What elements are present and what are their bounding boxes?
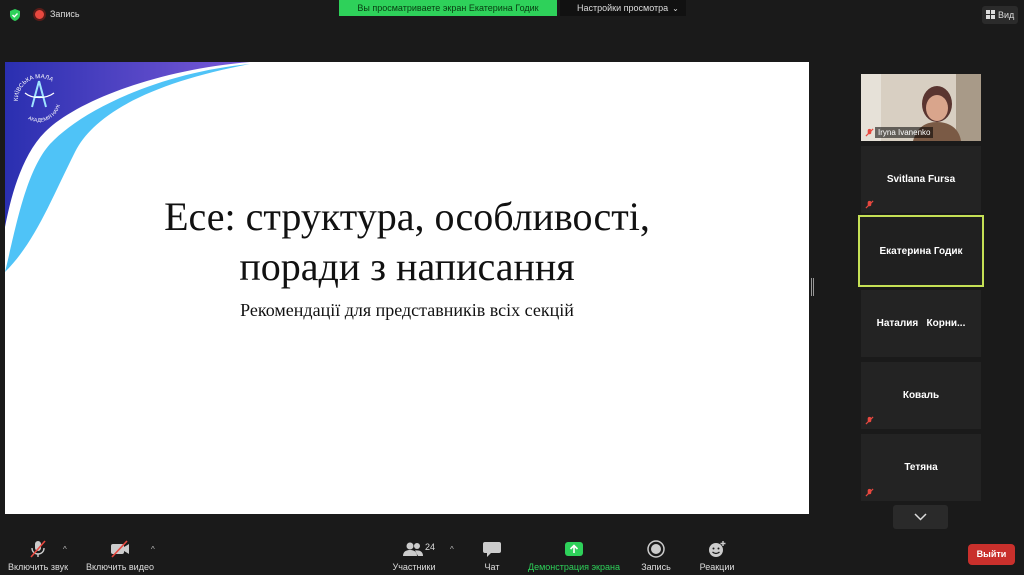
view-settings-button[interactable]: Настройки просмотра ⌄ [560,0,686,16]
unmute-button[interactable]: Включить звук [6,535,70,575]
slide-title-line-1: Есе: структура, особливості, [164,194,650,239]
mic-muted-icon [865,200,874,209]
chat-label: Чат [484,562,500,572]
video-off-icon [111,540,129,558]
share-screen-icon [565,542,583,556]
participant-tile[interactable]: Svitlana Fursa [861,146,981,213]
slide-title-line-2: поради з написання [239,244,575,289]
shield-icon[interactable] [8,8,22,22]
chat-button[interactable]: Чат [476,535,508,575]
mic-muted-icon [865,128,874,137]
panel-splitter-handle[interactable] [811,278,815,296]
view-button-label: Вид [998,10,1015,20]
participant-tile[interactable]: Наталия Корни... [861,290,981,357]
chevron-down-icon [914,513,927,521]
participants-label: Участники [392,562,436,572]
view-settings-label: Настройки просмотра [577,3,669,13]
shared-screen: КИЇВСЬКА МАЛА АКАДЕМІЯ НАУК Есе: структу… [5,62,809,514]
recording-label: Запись [50,9,80,19]
record-indicator-icon [33,8,46,21]
share-screen-label: Демонстрация экрана [528,562,620,572]
leave-meeting-button[interactable]: Выйти [968,544,1015,565]
chevron-down-icon: ⌄ [672,4,679,13]
more-participants-button[interactable] [893,505,948,529]
grid-icon [986,10,995,19]
top-bar: Запись Вы просматриваете экран Екатерина… [0,0,1024,30]
participant-name: Iryna Ivanenko [875,127,934,138]
reactions-button[interactable]: Реакции [697,535,737,575]
participant-name: Екатерина Годик [879,245,963,257]
record-icon [647,540,665,558]
participants-count: 24 [425,542,436,552]
video-options-caret[interactable]: ^ [151,545,155,554]
mic-muted-icon [865,488,874,497]
participant-name: Наталия Корни... [876,318,966,329]
chat-icon [483,542,501,557]
participant-name: Тетяна [904,462,938,473]
mic-muted-icon [865,416,874,425]
record-button[interactable]: Запись [638,535,674,575]
academy-logo: КИЇВСЬКА МАЛА АКАДЕМІЯ НАУК [14,74,62,124]
participant-tile[interactable]: Тетяна [861,434,981,501]
participant-name: Svitlana Fursa [886,174,956,185]
participant-name: Коваль [902,390,940,401]
mic-muted-icon [30,540,46,558]
reactions-label: Реакции [699,562,735,572]
meeting-toolbar: Включить звук ^ Включить видео ^ Участни… [0,535,1024,575]
unmute-label: Включить звук [7,562,69,572]
start-video-label: Включить видео [86,562,154,572]
smiley-plus-icon [709,541,726,557]
participants-button[interactable]: Участники [390,535,438,575]
participant-tile[interactable]: Коваль [861,362,981,429]
view-button[interactable]: Вид [982,6,1018,24]
record-label: Запись [641,562,671,572]
start-video-button[interactable]: Включить видео [84,535,156,575]
participants-icon [403,542,423,556]
participant-tile-active-speaker[interactable]: Екатерина Годик [858,215,984,287]
share-screen-button[interactable]: Демонстрация экрана [526,535,622,575]
participants-options-caret[interactable]: ^ [450,545,454,554]
slide-title: Есе: структура, особливості, поради з на… [5,192,809,292]
zoom-window: Запись Вы просматриваете экран Екатерина… [0,0,1024,575]
slide-subtitle: Рекомендації для представників всіх секц… [240,300,574,320]
audio-options-caret[interactable]: ^ [63,545,67,554]
participant-tile-video[interactable]: Iryna Ivanenko [861,74,981,141]
share-banner: Вы просматриваете экран Екатерина Годик [339,0,557,16]
